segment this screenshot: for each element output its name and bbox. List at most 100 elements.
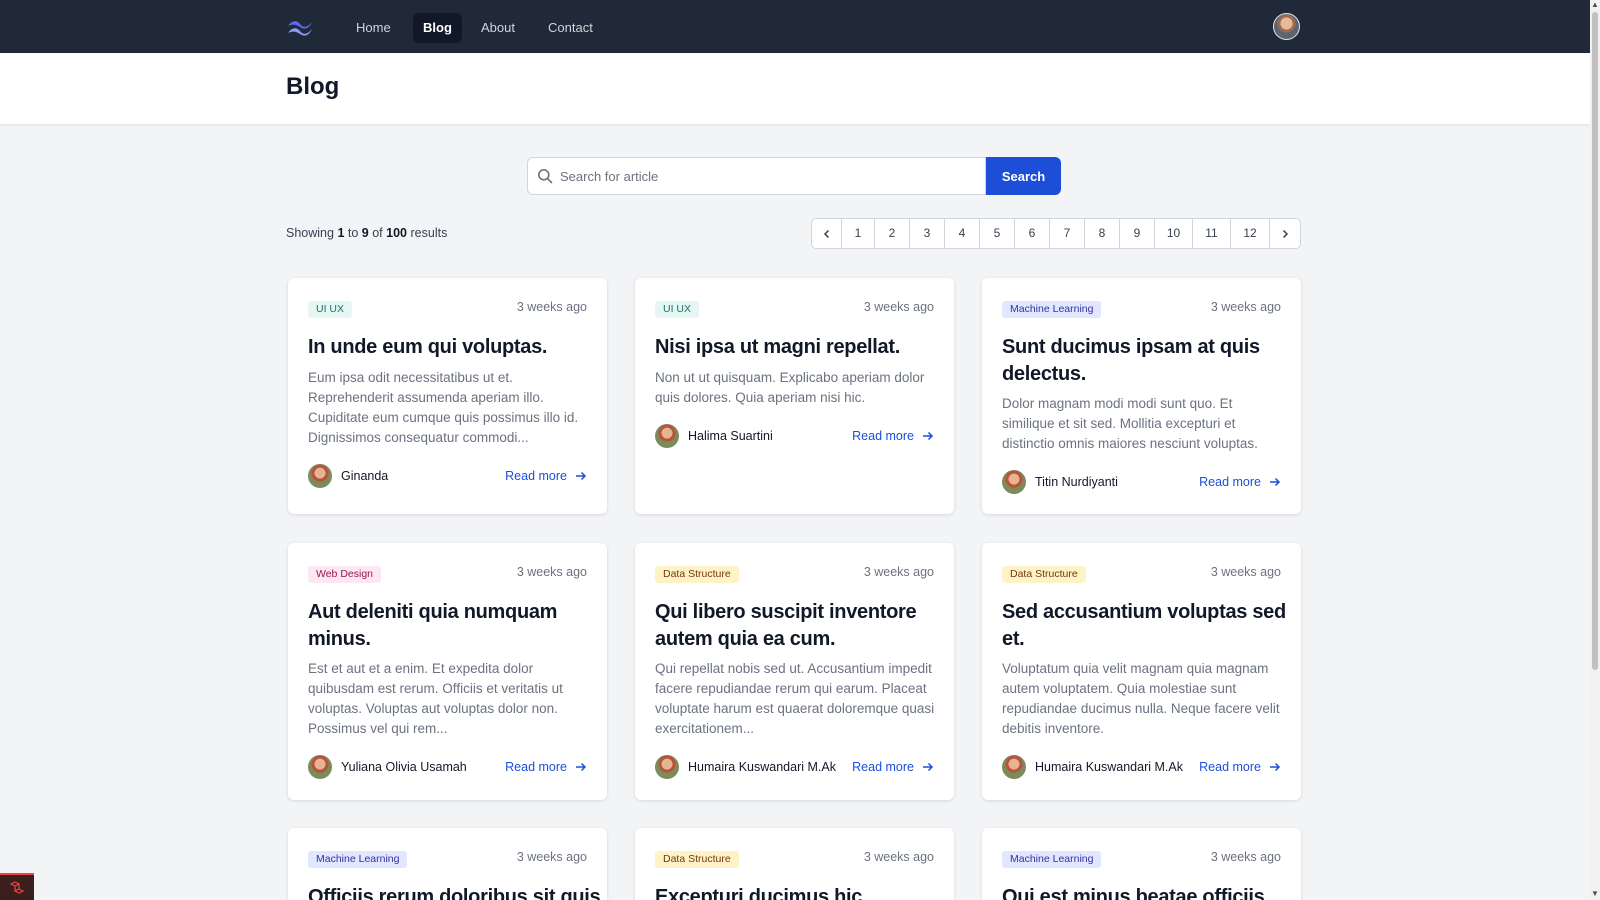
page-button-1[interactable]: 1 — [842, 219, 875, 248]
user-avatar-icon[interactable] — [1273, 13, 1300, 40]
read-more-label: Read more — [505, 760, 567, 774]
post-card[interactable]: UI UX 3 weeks ago Nisi ipsa ut magni rep… — [635, 278, 954, 514]
next-page-button[interactable] — [1270, 219, 1300, 248]
page-button-2[interactable]: 2 — [875, 219, 910, 248]
post-excerpt: Non ut ut quisquam. Explicabo aperiam do… — [655, 370, 925, 405]
arrow-right-icon — [923, 762, 934, 772]
results-from: 1 — [337, 226, 345, 240]
post-excerpt: Voluptatum quia velit magnam quia magnam… — [1002, 661, 1280, 736]
search-input[interactable] — [560, 158, 980, 194]
search-icon — [538, 169, 553, 184]
category-badge[interactable]: Data Structure — [1002, 566, 1086, 583]
category-badge[interactable]: UI UX — [655, 301, 700, 318]
post-time: 3 weeks ago — [863, 850, 934, 864]
page-button-8[interactable]: 8 — [1085, 219, 1120, 248]
post-excerpt: Qui repellat nobis sed ut. Accusantium i… — [655, 661, 935, 736]
page-button-9[interactable]: 9 — [1120, 219, 1155, 248]
tailwind-logo-icon[interactable] — [286, 17, 314, 37]
post-card[interactable]: Data Structure 3 weeks ago Qui libero su… — [635, 543, 954, 800]
page-button-7[interactable]: 7 — [1050, 219, 1085, 248]
category-badge[interactable]: Machine Learning — [308, 851, 408, 868]
category-badge[interactable]: Machine Learning — [1002, 301, 1102, 318]
post-title[interactable]: Excepturi ducimus hic — [655, 884, 940, 900]
results-to: 9 — [361, 226, 369, 240]
read-more-link[interactable]: Read more — [852, 429, 934, 443]
post-title[interactable]: Aut deleniti quia numquam minus. — [308, 599, 593, 653]
post-card[interactable]: UI UX 3 weeks ago In unde eum qui volupt… — [288, 278, 607, 514]
page-title: Blog — [286, 73, 340, 100]
author-avatar-icon — [655, 755, 679, 779]
post-title[interactable]: Sunt ducimus ipsam at quis delectus. — [1002, 334, 1287, 388]
scroll-thumb[interactable] — [1592, 12, 1598, 670]
results-suffix: results — [410, 226, 448, 240]
nav-link-about[interactable]: About — [471, 13, 525, 43]
post-card[interactable]: Machine Learning 3 weeks ago Officiis re… — [288, 828, 607, 900]
top-navbar: Home Blog About Contact — [0, 0, 1590, 53]
nav-link-blog[interactable]: Blog — [413, 13, 462, 43]
chevron-left-icon — [823, 229, 829, 238]
page-button-4[interactable]: 4 — [945, 219, 980, 248]
post-card[interactable]: Web Design 3 weeks ago Aut deleniti quia… — [288, 543, 607, 800]
author-avatar-icon — [1002, 470, 1026, 494]
category-badge[interactable]: UI UX — [308, 301, 353, 318]
read-more-label: Read more — [1199, 475, 1261, 489]
pagination: 1 2 3 4 5 6 7 8 9 10 11 12 — [811, 218, 1301, 249]
page-button-12[interactable]: 12 — [1231, 219, 1270, 248]
nav-link-home[interactable]: Home — [346, 13, 401, 43]
post-title[interactable]: Officiis rerum doloribus sit quis — [308, 884, 601, 900]
results-of-word: of — [372, 226, 383, 240]
post-time: 3 weeks ago — [1210, 300, 1281, 314]
author-name: Yuliana Olivia Usamah — [341, 760, 467, 774]
scroll-up-arrow-icon[interactable]: ▲ — [1591, 0, 1599, 9]
post-title[interactable]: Qui libero suscipit inventore autem quia… — [655, 599, 940, 653]
page-button-11[interactable]: 11 — [1193, 219, 1231, 248]
post-excerpt: Dolor magnam modi modi sunt quo. Et simi… — [1002, 396, 1258, 451]
category-badge[interactable]: Data Structure — [655, 851, 739, 868]
author-name: Titin Nurdiyanti — [1035, 475, 1118, 489]
author-avatar-icon — [308, 755, 332, 779]
results-total: 100 — [386, 226, 408, 240]
read-more-link[interactable]: Read more — [852, 760, 934, 774]
post-time: 3 weeks ago — [516, 565, 587, 579]
read-more-link[interactable]: Read more — [505, 760, 587, 774]
post-excerpt: Eum ipsa odit necessitatibus ut et. Repr… — [308, 370, 579, 445]
post-time: 3 weeks ago — [516, 850, 587, 864]
arrow-right-icon — [1270, 762, 1281, 772]
category-badge[interactable]: Web Design — [308, 566, 382, 583]
post-card[interactable]: Machine Learning 3 weeks ago Sunt ducimu… — [982, 278, 1301, 514]
read-more-link[interactable]: Read more — [1199, 760, 1281, 774]
post-card[interactable]: Data Structure 3 weeks ago Excepturi duc… — [635, 828, 954, 900]
page-button-10[interactable]: 10 — [1155, 219, 1193, 248]
post-card[interactable]: Machine Learning 3 weeks ago Qui est min… — [982, 828, 1301, 900]
author-avatar-icon — [1002, 755, 1026, 779]
prev-page-button[interactable] — [812, 219, 842, 248]
post-time: 3 weeks ago — [1210, 850, 1281, 864]
read-more-label: Read more — [852, 760, 914, 774]
page-button-3[interactable]: 3 — [910, 219, 945, 248]
page-button-6[interactable]: 6 — [1015, 219, 1050, 248]
post-title[interactable]: In unde eum qui voluptas. — [308, 334, 593, 361]
arrow-right-icon — [1270, 477, 1281, 487]
read-more-label: Read more — [505, 469, 567, 483]
author-name: Humaira Kuswandari M.Ak — [1035, 760, 1183, 774]
search-button[interactable]: Search — [986, 157, 1061, 195]
scroll-down-arrow-icon[interactable]: ▼ — [1591, 889, 1599, 898]
nav-link-contact[interactable]: Contact — [538, 13, 603, 43]
post-title[interactable]: Sed accusantium voluptas sed et. — [1002, 599, 1287, 653]
chevron-right-icon — [1282, 229, 1289, 238]
page-button-5[interactable]: 5 — [980, 219, 1015, 248]
results-summary: Showing 1 to 9 of 100 results — [286, 226, 447, 240]
author-name: Ginanda — [341, 469, 389, 483]
page-scrollbar[interactable]: ▲ ▼ — [1590, 0, 1600, 900]
read-more-link[interactable]: Read more — [1199, 475, 1281, 489]
read-more-link[interactable]: Read more — [505, 469, 587, 483]
post-card[interactable]: Data Structure 3 weeks ago Sed accusanti… — [982, 543, 1301, 800]
author-name: Humaira Kuswandari M.Ak — [688, 760, 836, 774]
post-title[interactable]: Nisi ipsa ut magni repellat. — [655, 334, 940, 361]
results-to-word: to — [347, 226, 359, 240]
post-title[interactable]: Qui est minus beatae officiis — [1002, 884, 1287, 900]
arrow-right-icon — [576, 762, 587, 772]
category-badge[interactable]: Machine Learning — [1002, 851, 1102, 868]
category-badge[interactable]: Data Structure — [655, 566, 739, 583]
debugbar-toggle[interactable] — [0, 873, 34, 900]
